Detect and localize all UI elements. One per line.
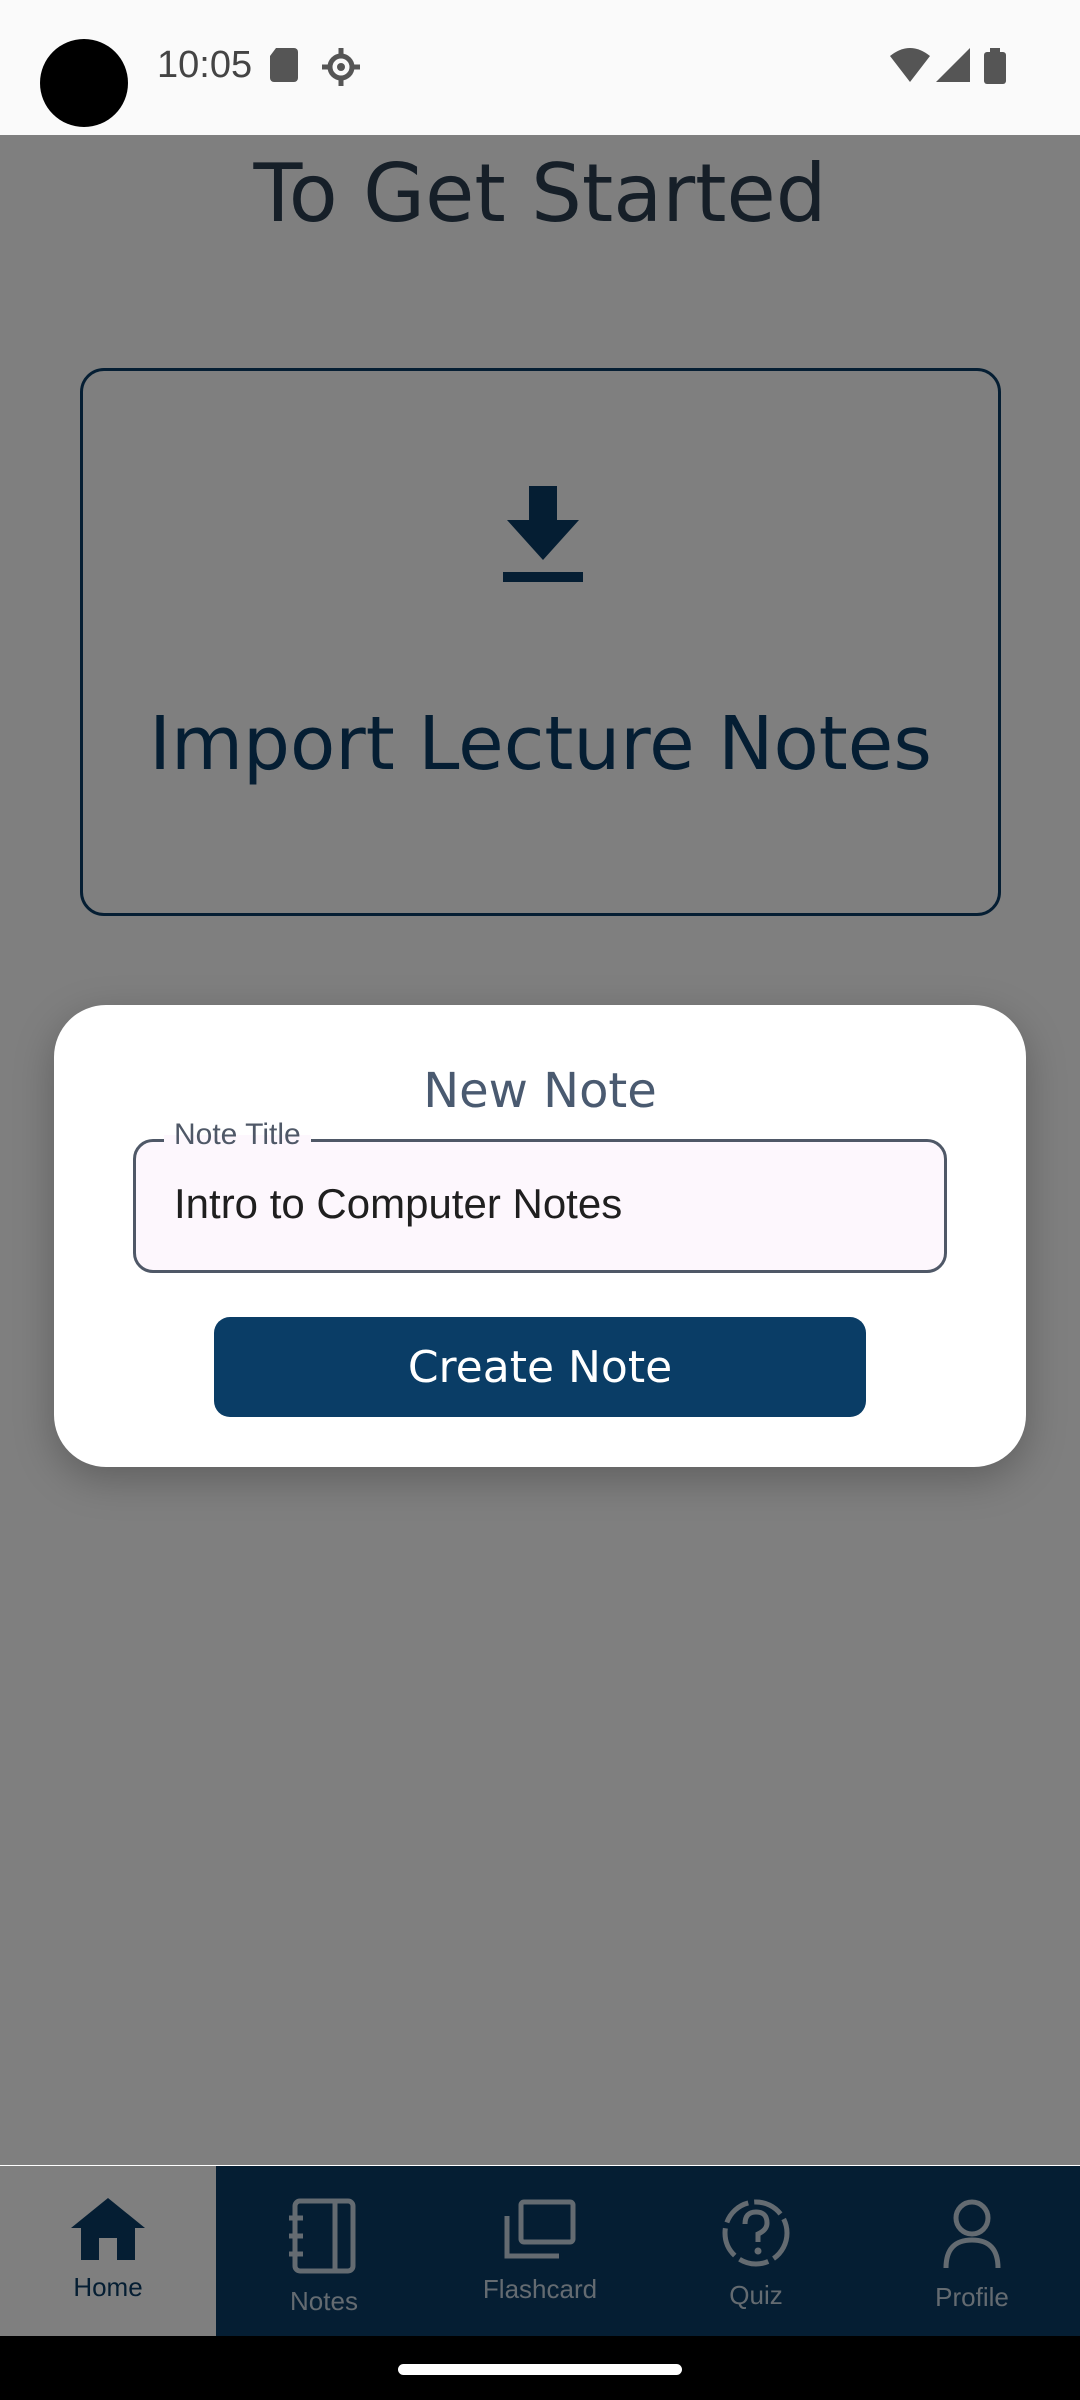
dialog-title: New Note <box>423 1063 657 1119</box>
gesture-bar <box>0 2336 1080 2400</box>
note-title-label: Note Title <box>164 1118 311 1152</box>
status-bar: 10:05 <box>0 0 1080 135</box>
new-note-dialog: New Note Note Title Intro to Computer No… <box>54 1005 1026 1467</box>
wifi-icon <box>890 48 930 82</box>
bottom-nav-scrim <box>0 2166 1080 2336</box>
camera-cutout <box>40 39 128 127</box>
sd-card-icon <box>270 48 298 82</box>
create-note-button[interactable]: Create Note <box>214 1317 866 1417</box>
settings-gear-icon <box>322 48 360 86</box>
note-title-input[interactable]: Intro to Computer Notes <box>174 1180 622 1228</box>
status-time: 10:05 <box>157 44 253 86</box>
home-gesture-handle[interactable] <box>398 2364 682 2375</box>
cell-signal-icon <box>936 48 970 82</box>
note-title-field[interactable]: Note Title Intro to Computer Notes <box>133 1118 947 1273</box>
battery-icon <box>984 48 1006 84</box>
